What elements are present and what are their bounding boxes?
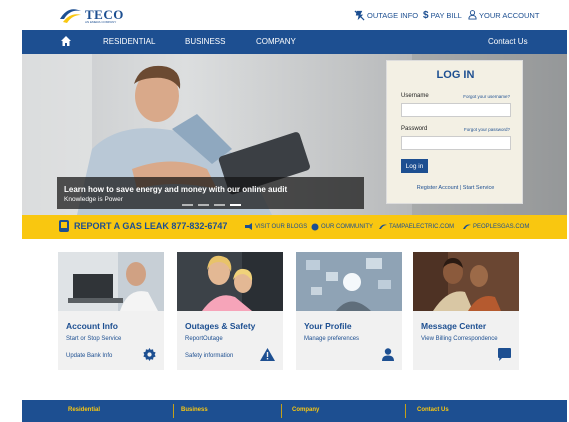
password-input[interactable] bbox=[401, 136, 511, 150]
blogs-link[interactable]: VISIT OUR BLOGS bbox=[244, 223, 307, 230]
login-button[interactable]: Log in bbox=[401, 159, 428, 173]
nav-company[interactable]: COMPANY bbox=[256, 37, 296, 46]
login-panel: LOG IN Username Forgot your username? Pa… bbox=[386, 60, 523, 204]
slide-dot[interactable] bbox=[182, 204, 193, 206]
card-link[interactable]: Start or Stop Service bbox=[66, 336, 121, 342]
footer-bar: Residential Business Company Contact Us bbox=[22, 400, 567, 422]
card-link[interactable]: View Billing Correspondence bbox=[421, 336, 498, 342]
nav-contact-us[interactable]: Contact Us bbox=[488, 37, 528, 46]
nav-business[interactable]: BUSINESS bbox=[185, 37, 225, 46]
megaphone-icon bbox=[245, 223, 252, 230]
main-nav: RESIDENTIAL BUSINESS COMPANY Contact Us bbox=[22, 30, 567, 54]
nav-residential[interactable]: RESIDENTIAL bbox=[103, 37, 155, 46]
footer-contact-us[interactable]: Contact Us bbox=[417, 407, 449, 413]
forgot-username-link[interactable]: Forgot your username? bbox=[463, 94, 510, 99]
footer-divider bbox=[281, 404, 282, 418]
username-input[interactable] bbox=[401, 103, 511, 117]
gas-leak-label: REPORT A GAS LEAK 877-832-6747 bbox=[74, 221, 228, 231]
alert-bar: REPORT A GAS LEAK 877-832-6747 VISIT OUR… bbox=[22, 215, 567, 239]
user-outline-icon bbox=[468, 10, 477, 20]
your-account-label: YOUR ACCOUNT bbox=[479, 10, 540, 20]
card-account-info: Account Info Start or Stop Service Updat… bbox=[58, 252, 164, 370]
gear-icon bbox=[143, 348, 156, 361]
footer-business[interactable]: Business bbox=[181, 407, 208, 413]
card-title: Message Center bbox=[421, 321, 487, 331]
slide-dot-active[interactable] bbox=[230, 204, 241, 206]
forgot-password-link[interactable]: Forgot your password? bbox=[464, 127, 510, 132]
card-link[interactable]: Safety information bbox=[185, 353, 233, 359]
warning-icon bbox=[260, 348, 275, 361]
card-message-center: Message Center View Billing Corresponden… bbox=[413, 252, 519, 370]
card-link[interactable]: ReportOutage bbox=[185, 336, 223, 342]
top-bar: TECO AN EMERA COMPANY OUTAGE INFO $ PAY … bbox=[0, 0, 569, 30]
card-title: Your Profile bbox=[304, 321, 352, 331]
footer-divider bbox=[173, 404, 174, 418]
blogs-label: VISIT OUR BLOGS bbox=[255, 223, 308, 230]
brand-tagline: AN EMERA COMPANY bbox=[85, 20, 117, 24]
community-label: OUR COMMUNITY bbox=[321, 224, 373, 230]
logo-mark-icon bbox=[60, 9, 81, 23]
dollar-icon: $ bbox=[423, 10, 429, 21]
login-title: LOG IN bbox=[436, 69, 475, 81]
teco-mark-icon bbox=[379, 224, 387, 229]
outage-info-label: OUTAGE INFO bbox=[367, 11, 419, 20]
card-photo-laptop bbox=[58, 252, 164, 311]
password-label: Password bbox=[401, 126, 428, 132]
card-photo-couple bbox=[413, 252, 519, 311]
chat-icon bbox=[498, 348, 511, 361]
card-your-profile: Your Profile Manage preferences bbox=[296, 252, 402, 370]
card-outages-safety: Outages & Safety ReportOutage Safety inf… bbox=[177, 252, 283, 370]
tampaelectric-link[interactable]: TAMPAELECTRIC.COM bbox=[378, 223, 454, 230]
phone-icon bbox=[59, 220, 69, 232]
username-label: Username bbox=[401, 93, 429, 99]
teco-mark-icon bbox=[463, 224, 471, 229]
peoplesgas-label: PEOPLESGAS.COM bbox=[473, 223, 530, 230]
footer-divider bbox=[405, 404, 406, 418]
card-photo-family bbox=[177, 252, 283, 311]
card-title: Account Info bbox=[66, 321, 118, 331]
card-link[interactable]: Manage preferences bbox=[304, 336, 359, 342]
pay-bill-label: PAY BILL bbox=[430, 11, 462, 20]
footer-residential[interactable]: Residential bbox=[68, 407, 100, 413]
slide-indicators bbox=[182, 204, 241, 206]
user-icon bbox=[382, 348, 394, 361]
your-account-link[interactable]: YOUR ACCOUNT bbox=[468, 10, 539, 20]
tampaelectric-label: TAMPAELECTRIC.COM bbox=[389, 223, 455, 230]
community-icon bbox=[311, 223, 319, 231]
teco-logo[interactable]: TECO AN EMERA COMPANY bbox=[58, 6, 128, 26]
home-icon[interactable] bbox=[60, 35, 72, 47]
hero-headline: Learn how to save energy and money with … bbox=[64, 185, 288, 194]
slide-dot[interactable] bbox=[198, 204, 209, 206]
register-start-link[interactable]: Register Account | Start Service bbox=[387, 185, 524, 191]
card-link[interactable]: Update Bank Info bbox=[66, 353, 112, 359]
peoplesgas-link[interactable]: PEOPLESGAS.COM bbox=[462, 223, 529, 230]
footer-company[interactable]: Company bbox=[292, 407, 319, 413]
gas-leak-link[interactable]: REPORT A GAS LEAK 877-832-6747 bbox=[58, 219, 227, 233]
card-title: Outages & Safety bbox=[185, 321, 256, 331]
pay-bill-link[interactable]: $ PAY BILL bbox=[423, 10, 462, 21]
hero-subline: Knowledge is Power bbox=[64, 196, 123, 203]
outage-icon bbox=[354, 10, 365, 21]
slide-dot[interactable] bbox=[214, 204, 225, 206]
community-link[interactable]: OUR COMMUNITY bbox=[311, 223, 373, 231]
outage-info-link[interactable]: OUTAGE INFO bbox=[354, 10, 418, 21]
card-photo-digital bbox=[296, 252, 402, 311]
